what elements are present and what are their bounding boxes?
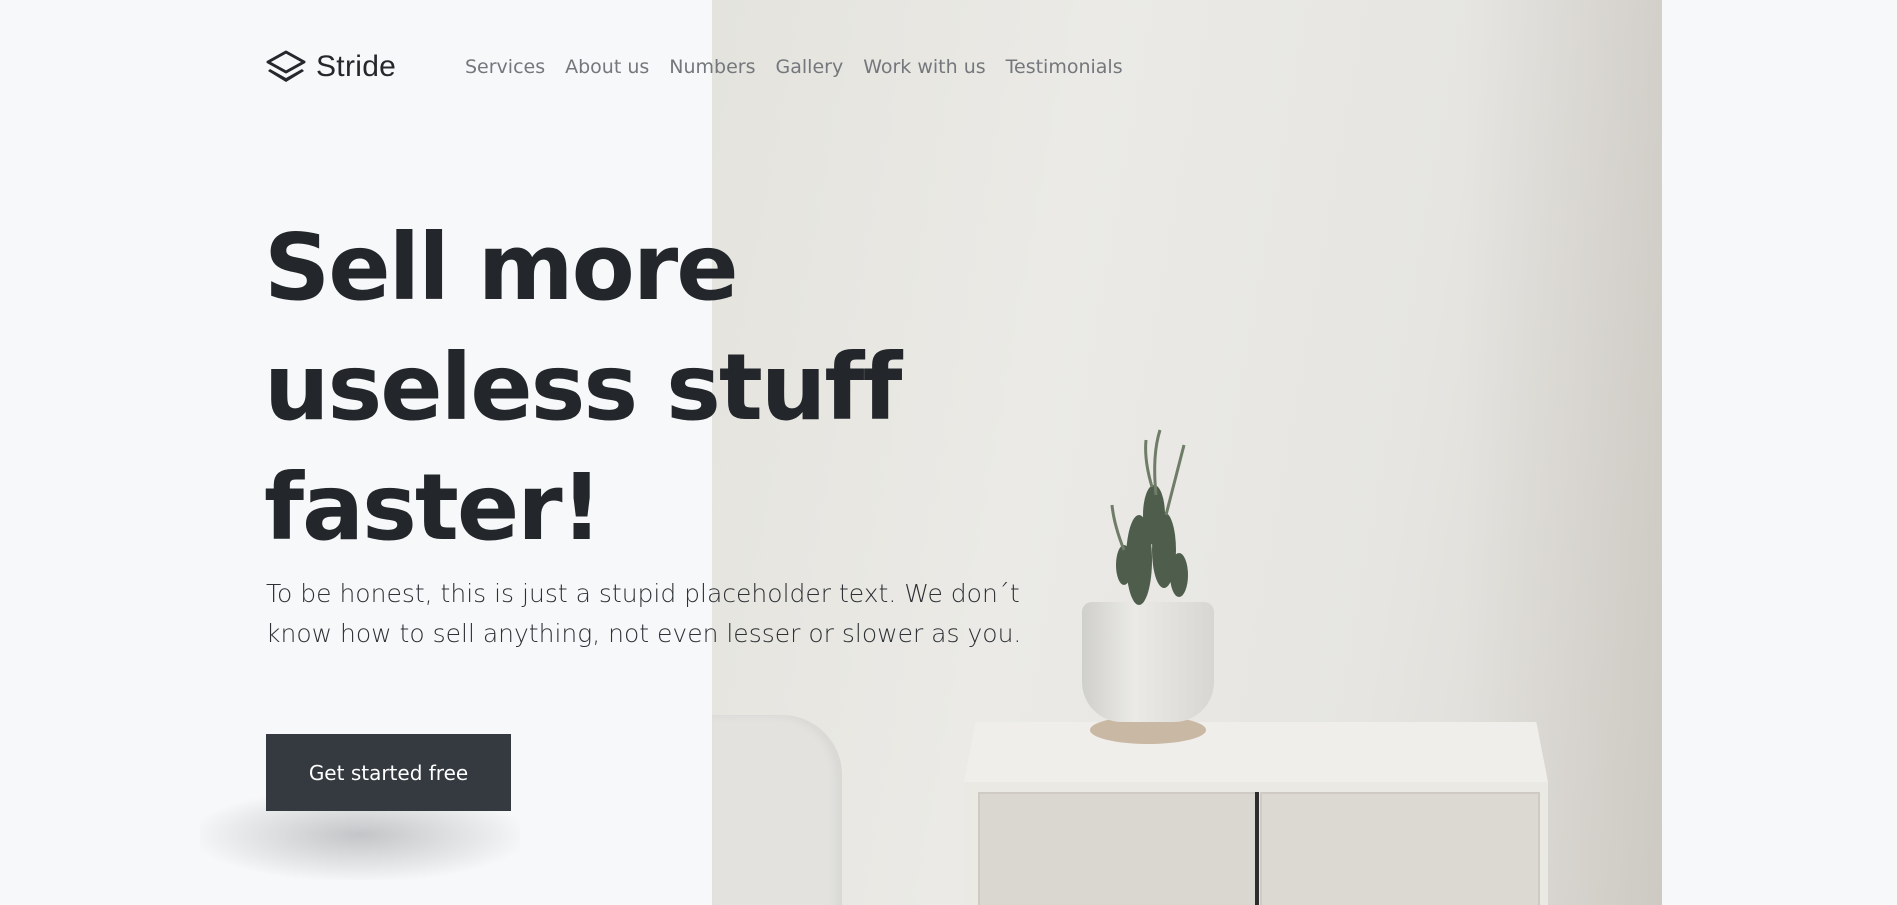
nav-link-testimonials[interactable]: Testimonials xyxy=(1006,54,1123,80)
layers-icon xyxy=(266,50,306,82)
brand-logo[interactable]: Stride xyxy=(266,50,396,84)
hero-headline: Sell more useless stuff faster! xyxy=(264,208,1164,568)
main-nav: Services About us Numbers Gallery Work w… xyxy=(465,54,1143,80)
headline-line-2: useless stuff xyxy=(264,334,902,441)
nav-link-about-us[interactable]: About us xyxy=(565,54,649,80)
nav-link-numbers[interactable]: Numbers xyxy=(669,54,755,80)
get-started-button[interactable]: Get started free xyxy=(266,734,511,811)
headline-line-3: faster! xyxy=(264,454,603,561)
nav-link-work-with-us[interactable]: Work with us xyxy=(863,54,985,80)
brand-name: Stride xyxy=(316,50,397,83)
nav-link-gallery[interactable]: Gallery xyxy=(776,54,844,80)
cabinet-door-right xyxy=(1260,792,1540,905)
cabinet-door-left xyxy=(978,792,1258,905)
chair xyxy=(712,715,842,905)
plant-pot xyxy=(1082,602,1214,722)
hero-subtext: To be honest, this is just a stupid plac… xyxy=(266,579,1022,648)
cabinet-divider xyxy=(1255,792,1259,905)
nav-link-services[interactable]: Services xyxy=(465,54,545,80)
headline-line-1: Sell more xyxy=(264,214,739,321)
cabinet-top xyxy=(964,722,1548,782)
